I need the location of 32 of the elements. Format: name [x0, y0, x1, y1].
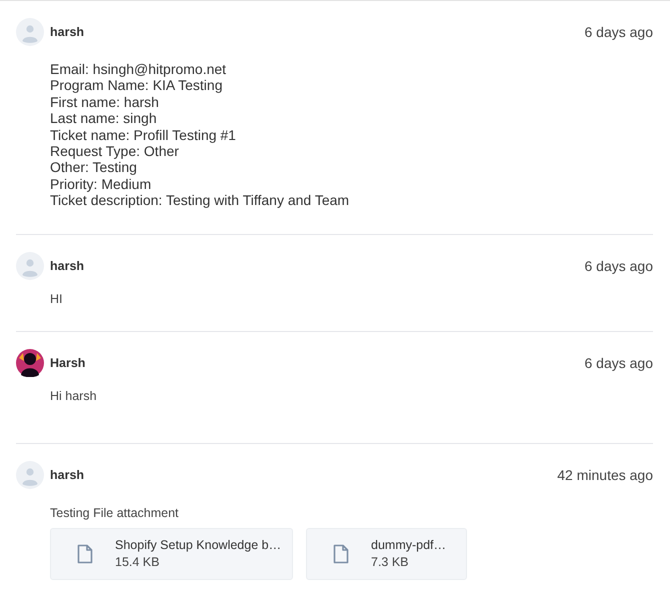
- author-name: harsh: [50, 468, 84, 482]
- attachment-card[interactable]: Shopify Setup Knowledge b… 15.4 KB: [50, 528, 293, 580]
- file-icon: [333, 544, 349, 564]
- timestamp: 6 days ago: [584, 24, 653, 40]
- author-name: harsh: [50, 25, 84, 39]
- avatar-placeholder-icon: [16, 460, 44, 489]
- timestamp: 6 days ago: [584, 354, 653, 371]
- message-line: Ticket description: Testing with Tiffany and Team: [50, 192, 350, 209]
- file-icon: [77, 544, 93, 564]
- message-text: HI: [50, 292, 64, 306]
- author-name: harsh: [50, 258, 84, 273]
- message-line: Program Name: KIA Testing: [50, 77, 224, 94]
- avatar-placeholder-icon: [16, 18, 44, 46]
- message-text: Testing File attachment: [50, 506, 180, 520]
- message-text: Hi harsh: [50, 388, 98, 403]
- avatar-placeholder-icon: [16, 252, 44, 280]
- message-line: First name: harsh: [50, 94, 160, 110]
- avatar-silhouette-icon: [16, 348, 44, 377]
- timestamp: 42 minutes ago: [557, 466, 653, 483]
- author-name: Harsh: [50, 356, 86, 370]
- file-size: 7.3 KB: [371, 555, 410, 570]
- message-line: Priority: Medium: [50, 176, 152, 192]
- message-line: Request Type: Other: [50, 143, 180, 160]
- message-line: Email: hsingh@hitpromo.net: [50, 61, 228, 78]
- timestamp: 6 days ago: [584, 258, 653, 274]
- message-line: Last name: singh: [50, 110, 158, 127]
- file-name: dummy-pdf…: [371, 538, 446, 552]
- attachment-card[interactable]: dummy-pdf… 7.3 KB: [306, 528, 467, 580]
- file-name: Shopify Setup Knowledge b…: [115, 538, 282, 552]
- message-line: Other: Testing: [50, 159, 138, 176]
- message-line: Ticket name: Profill Testing #1: [50, 126, 237, 144]
- file-size: 15.4 KB: [115, 555, 160, 570]
